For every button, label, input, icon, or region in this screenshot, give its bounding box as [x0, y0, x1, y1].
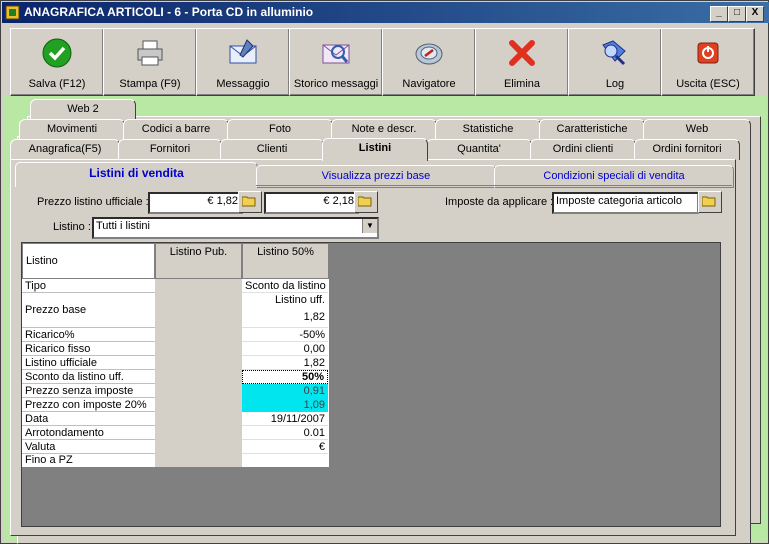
toolbar: Salva (F12) Stampa (F9) Messaggio Storic… [4, 26, 767, 96]
grid-cell-ricarico-pct[interactable]: -50% [242, 328, 328, 342]
print-label: Stampa (F9) [119, 78, 181, 90]
delete-label: Elimina [503, 78, 541, 90]
listini-grid: Listino Tipo Prezzo base Ricarico% Ricar… [21, 242, 721, 527]
print-button[interactable]: Stampa (F9) [103, 28, 197, 96]
grid-header-listino: Listino [22, 243, 155, 279]
grid-row-label: Prezzo con imposte 20% [22, 398, 155, 412]
grid-cell-ricarico-fisso[interactable]: 0,00 [242, 342, 328, 356]
title-bar: ANAGRAFICA ARTICOLI - 6 - Porta CD in al… [2, 2, 769, 23]
log-button[interactable]: Log [568, 28, 662, 96]
minimize-button[interactable]: _ [710, 6, 728, 22]
grid-row-label: Valuta [22, 440, 155, 454]
tab-web[interactable]: Web [643, 119, 751, 140]
message-label: Messaggio [216, 78, 270, 90]
navigator-button[interactable]: Navigatore [382, 28, 476, 96]
tab-fornitori[interactable]: Fornitori [118, 139, 222, 160]
navigator-label: Navigatore [402, 78, 456, 90]
tab-clienti[interactable]: Clienti [220, 139, 324, 160]
grid-row-label: Ricarico% [22, 328, 155, 342]
grid-row-label: Prezzo senza imposte [22, 384, 155, 398]
prezzo-listino-field[interactable]: € 1,82 [148, 192, 243, 214]
grid-cell-valuta[interactable]: € [242, 440, 328, 454]
grid-cell-prezzo-base[interactable]: Listino uff. [242, 293, 328, 307]
tab-movimenti[interactable]: Movimenti [19, 119, 125, 140]
check-icon [42, 38, 72, 68]
imposte-label: Imposte da applicare : [445, 196, 554, 208]
tab-foto[interactable]: Foto [227, 119, 333, 140]
grid-row-label: Arrotondamento [22, 426, 155, 440]
message-button[interactable]: Messaggio [196, 28, 290, 96]
grid-cell-prezzo-senza-imposte[interactable]: 0,91 [242, 384, 328, 398]
navigator-icon [415, 43, 443, 65]
maximize-button[interactable]: □ [728, 6, 746, 22]
grid-cell-prezzo-con-imposte[interactable]: 1,09 [242, 398, 328, 412]
printer-icon [137, 40, 163, 66]
grid-row-label: Prezzo base [22, 293, 155, 328]
grid-header-listino-50[interactable]: Listino 50% [242, 243, 329, 279]
tab-quantita[interactable]: Quantita' [426, 139, 532, 160]
imposte-field[interactable]: Imposte categoria articolo [552, 192, 699, 214]
save-label: Salva (F12) [28, 78, 86, 90]
exit-button[interactable]: Uscita (ESC) [661, 28, 755, 96]
prezzo-listino-label: Prezzo listino ufficiale : [37, 196, 149, 208]
grid-header-listino-pub[interactable]: Listino Pub. [155, 243, 242, 279]
tab-codici-a-barre[interactable]: Codici a barre [123, 119, 229, 140]
message-history-label: Storico messaggi [293, 78, 379, 90]
folder-icon [358, 196, 372, 207]
subtab-divider [256, 185, 732, 186]
prezzo-imposte-field[interactable]: € 2,18 [264, 192, 359, 214]
app-icon [5, 5, 20, 20]
tab-ordini-clienti[interactable]: Ordini clienti [530, 139, 636, 160]
prezzo-folder-button[interactable] [238, 191, 262, 213]
folder-icon [702, 196, 716, 207]
message-history-button[interactable]: Storico messaggi [289, 28, 383, 96]
grid-listino-pub-column: Listino Pub. [155, 243, 242, 467]
message-history-icon [322, 44, 350, 64]
grid-cell-fino-a-pz[interactable] [242, 454, 328, 467]
prezzo-imposte-folder-button[interactable] [354, 191, 378, 213]
log-label: Log [605, 78, 625, 90]
tab-web-2[interactable]: Web 2 [30, 99, 136, 120]
tab-anagrafica[interactable]: Anagrafica(F5) [10, 139, 120, 160]
exit-icon [697, 42, 719, 64]
grid-row-label: Data [22, 412, 155, 426]
tab-statistiche[interactable]: Statistiche [435, 119, 541, 140]
grid-row-label: Sconto da listino uff. [22, 370, 155, 384]
close-button[interactable]: X [746, 6, 764, 22]
window-title: ANAGRAFICA ARTICOLI - 6 - Porta CD in al… [24, 5, 314, 19]
envelope-icon [229, 39, 257, 64]
tab-listini[interactable]: Listini [322, 138, 428, 161]
listini-panel: Listini di vendita Visualizza prezzi bas… [10, 159, 736, 536]
grid-row-label: Ricarico fisso [22, 342, 155, 356]
grid-row-label: Tipo [22, 279, 155, 293]
tab-caratteristiche[interactable]: Caratteristiche [539, 119, 645, 140]
grid-listino-50-column: Listino 50% Sconto da listino Listino uf… [242, 243, 330, 467]
listino-select-label: Listino : [53, 221, 91, 233]
delete-button[interactable]: Elimina [475, 28, 569, 96]
imposte-folder-button[interactable] [698, 191, 722, 213]
save-button[interactable]: Salva (F12) [10, 28, 104, 96]
grid-cell-sconto[interactable]: 50% [242, 370, 328, 384]
app-window: ANAGRAFICA ARTICOLI - 6 - Porta CD in al… [0, 0, 769, 544]
folder-icon [242, 196, 256, 207]
listino-select[interactable]: Tutti i listini ▼ [92, 217, 379, 239]
exit-label: Uscita (ESC) [676, 78, 740, 90]
tab-ordini-fornitori[interactable]: Ordini fornitori [634, 139, 740, 160]
grid-cell-prezzo-base-value[interactable]: 1,82 [242, 307, 328, 328]
chevron-down-icon[interactable]: ▼ [362, 219, 377, 233]
grid-cell-arrotondamento[interactable]: 0.01 [242, 426, 328, 440]
grid-cell-listino-ufficiale[interactable]: 1,82 [242, 356, 328, 370]
grid-cell-tipo[interactable]: Sconto da listino [242, 279, 328, 293]
grid-label-column: Listino Tipo Prezzo base Ricarico% Ricar… [22, 243, 155, 467]
tab-note-e-descr[interactable]: Note e descr. [331, 119, 437, 140]
grid-row-label: Listino ufficiale [22, 356, 155, 370]
grid-cell-data[interactable]: 19/11/2007 [242, 412, 328, 426]
log-icon [602, 40, 626, 66]
grid-row-label: Fino a PZ [25, 454, 73, 466]
delete-icon [509, 40, 535, 66]
subtab-listini-di-vendita[interactable]: Listini di vendita [15, 162, 258, 187]
listino-select-value: Tutti i listini [96, 220, 150, 232]
